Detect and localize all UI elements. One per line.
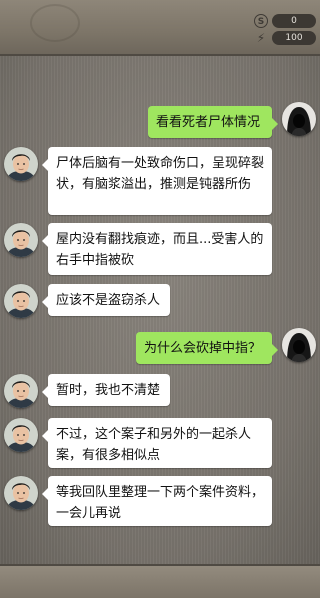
detective-avatar (4, 374, 38, 408)
detective-avatar (4, 284, 38, 318)
hooded-avatar-icon (282, 328, 316, 362)
detective-avatar (4, 418, 38, 452)
player-message-bubble: 为什么会砍掉中指？ (136, 332, 278, 364)
npc-message-bubble: 尸体后脑有一处致命伤口，呈现碎裂状，有脑浆溢出，推测是钝器所伤 (42, 147, 272, 215)
bottom-bar (0, 564, 320, 598)
lightning-icon: ⚡ (256, 31, 266, 45)
npc-message-bubble: 应该不是盗窃杀人 (42, 284, 170, 316)
detective-avatar (4, 223, 38, 257)
hooded-avatar-icon (282, 102, 316, 136)
npc-message-bubble: 不过，这个案子和另外的一起杀人案，有很多相似点 (42, 418, 272, 468)
npc-message-bubble: 屋内没有翻找痕迹，而且...受害人的右手中指被砍 (42, 223, 272, 275)
coin-icon: S (254, 14, 268, 28)
top-bar: S 0 ⚡ 100 (0, 0, 320, 56)
chat-area[interactable]: 看看死者尸体情况 尸体后脑有一处致命伤口，呈现碎裂状，有脑浆溢出，推测是钝器所伤… (0, 56, 320, 564)
npc-message-bubble: 暂时，我也不清楚 (42, 374, 170, 406)
energy-count: 100 (272, 31, 316, 45)
coin-count: 0 (272, 14, 316, 28)
player-message-bubble: 看看死者尸体情况 (148, 106, 278, 138)
emblem-icon (30, 4, 80, 42)
npc-message-bubble: 等我回队里整理一下两个案件资料，一会儿再说 (42, 476, 272, 526)
detective-avatar (4, 476, 38, 510)
detective-avatar (4, 147, 38, 181)
